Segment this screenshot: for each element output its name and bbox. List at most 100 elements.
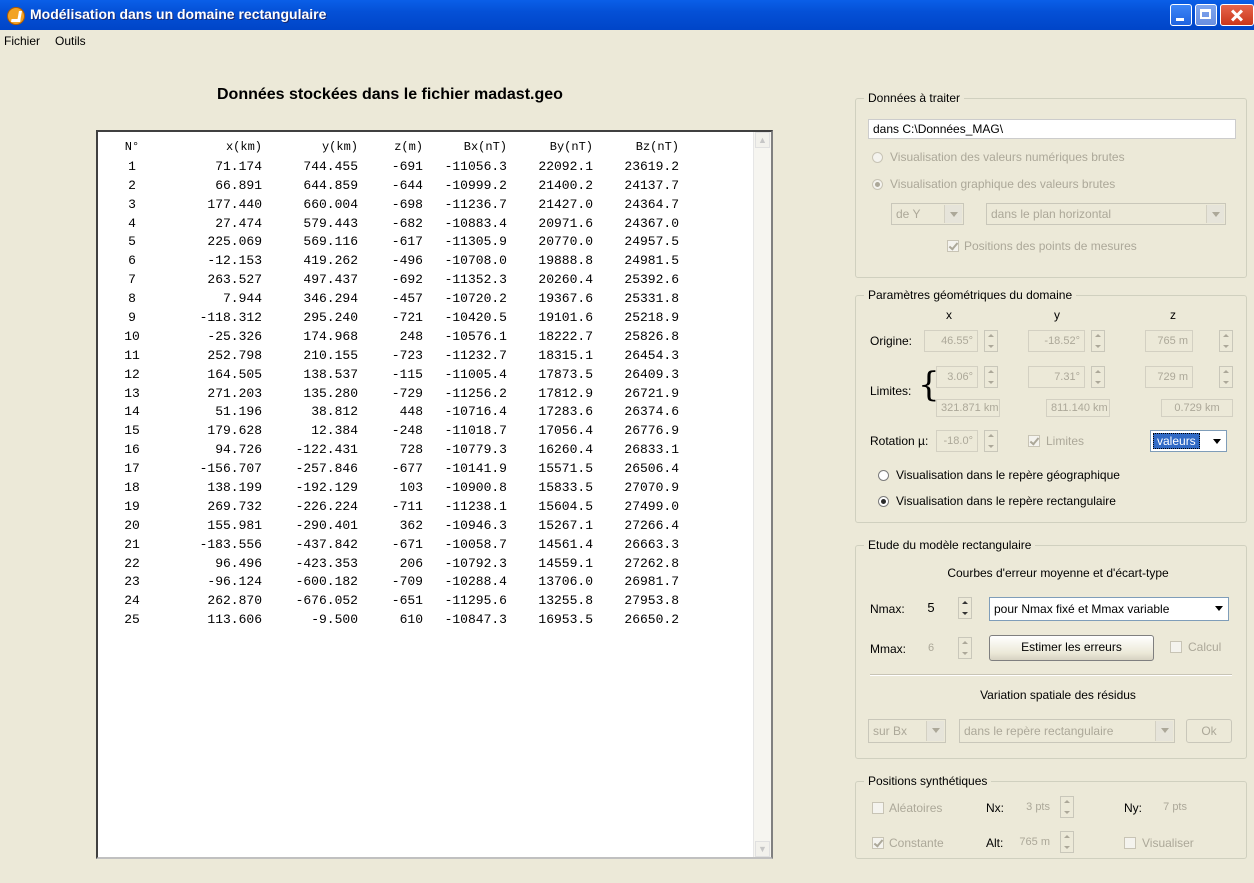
positions-checkbox[interactable] — [947, 240, 959, 252]
mode-select[interactable]: pour Nmax fixé et Mmax variable — [989, 597, 1229, 621]
component-select[interactable]: de Y — [891, 203, 964, 225]
table-row[interactable]: 17 -156.707 -257.846 -677 -10141.9 15571.5 265… — [110, 459, 679, 478]
valeurs-select[interactable]: valeurs — [1150, 430, 1227, 452]
table-row[interactable]: 21 -183.556 -437.842 -671 -10058.7 14561.4 266… — [110, 535, 679, 554]
scroll-down-icon[interactable]: ▼ — [755, 841, 770, 857]
table-cell: 26409.3 — [624, 366, 679, 382]
table-cell: -115 — [391, 366, 423, 382]
table-row[interactable]: 13 271.203 135.280 -729 -11256.2 17812.9 26721… — [110, 384, 679, 403]
table-cell: 8 — [128, 291, 136, 307]
maximize-button[interactable] — [1195, 4, 1217, 26]
table-row[interactable]: 25 113.606 -9.500 610 -10847.3 16953.5 26650.2 — [110, 610, 679, 629]
menu-fichier[interactable]: Fichier — [4, 34, 40, 48]
table-row[interactable]: 18 138.199 -192.129 103 -10900.8 15833.5 27070… — [110, 478, 679, 497]
table-cell: 17283.6 — [538, 404, 593, 420]
table-row[interactable]: 2 66.891 644.859 -644 -10999.2 21400.2 24137.7 — [110, 176, 679, 195]
rotation-label: Rotation µ: — [870, 434, 929, 448]
plane-select[interactable]: dans le plan horizontal — [986, 203, 1226, 225]
table-row[interactable]: 24 262.870 -676.052 -651 -11295.6 13255.8 2795… — [110, 591, 679, 610]
table-row[interactable]: 5 225.069 569.116 -617 -11305.9 20770.0 24957.… — [110, 232, 679, 251]
radio-valeurs-graphiques[interactable] — [872, 179, 883, 190]
aleatoires-checkbox[interactable] — [872, 802, 884, 814]
variation-label: Variation spatiale des résidus — [980, 688, 1136, 702]
constante-checkbox[interactable] — [872, 837, 884, 849]
table-row[interactable]: 15 179.628 12.384 -248 -11018.7 17056.4 26776.… — [110, 421, 679, 440]
origine-x-field[interactable]: 46.55° — [924, 330, 978, 352]
alt-field[interactable]: 765 m — [1011, 832, 1055, 852]
data-listbox[interactable]: N° x(km) y(km) z(m) Bx(nT) By(nT) Bz(nT)… — [96, 130, 773, 859]
table-row[interactable]: 22 96.496 -423.353 206 -10792.3 14559.1 27262.… — [110, 554, 679, 573]
table-cell: -290.401 — [295, 517, 358, 533]
table-row[interactable]: 8 7.944 346.294 -457 -10720.2 19367.6 25331.8 — [110, 289, 679, 308]
table-cell: -10720.2 — [444, 291, 507, 307]
mmax-spinner[interactable] — [958, 637, 972, 659]
table-cell: -10779.3 — [444, 442, 507, 458]
path-field[interactable]: dans C:\Données_MAG\ — [868, 119, 1236, 139]
table-cell: -118.312 — [199, 309, 262, 325]
rotation-spinner[interactable] — [984, 430, 998, 452]
limites-x-spinner[interactable] — [984, 366, 998, 388]
residus-component-select[interactable]: sur Bx — [868, 719, 946, 743]
scroll-up-icon[interactable]: ▲ — [755, 132, 770, 148]
calcul-checkbox[interactable] — [1170, 641, 1182, 653]
radio-valeurs-numeriques[interactable] — [872, 152, 883, 163]
nmax-spinner[interactable] — [958, 597, 972, 619]
table-row[interactable]: 4 27.474 579.443 -682 -10883.4 20971.6 24367.0 — [110, 214, 679, 233]
table-row[interactable]: 14 51.196 38.812 448 -10716.4 17283.6 26374.6 — [110, 402, 679, 421]
table-cell: 14559.1 — [538, 555, 593, 571]
menu-outils[interactable]: Outils — [55, 34, 86, 48]
table-cell: -25.326 — [207, 328, 262, 344]
origine-y-field[interactable]: -18.52° — [1028, 330, 1085, 352]
close-button[interactable] — [1220, 4, 1254, 26]
nx-spinner[interactable] — [1060, 796, 1074, 818]
rotation-field[interactable]: -18.0° — [936, 430, 978, 452]
table-cell: 14561.4 — [538, 536, 593, 552]
table-row[interactable]: 19 269.732 -226.224 -711 -11238.1 15604.5 2749… — [110, 497, 679, 516]
limites-x-field[interactable]: 3.06° — [936, 366, 978, 388]
table-cell: 9 — [128, 309, 136, 325]
table-cell: 18 — [124, 479, 140, 495]
limites-checkbox[interactable] — [1028, 435, 1040, 447]
limites-y-field[interactable]: 7.31° — [1028, 366, 1085, 388]
table-row[interactable]: 11 252.798 210.155 -723 -11232.7 18315.1 26454… — [110, 346, 679, 365]
table-cell: 19101.6 — [538, 309, 593, 325]
table-row[interactable]: 10 -25.326 174.968 248 -10576.1 18222.7 25826.… — [110, 327, 679, 346]
origine-z-field[interactable]: 765 m — [1145, 330, 1193, 352]
nx-field[interactable]: 3 pts — [1011, 797, 1055, 817]
origine-x-spinner[interactable] — [984, 330, 998, 352]
group-etude-title: Etude du modèle rectangulaire — [864, 538, 1036, 552]
residus-repere-select[interactable]: dans le repère rectangulaire — [959, 719, 1175, 743]
table-cell: 3 — [128, 196, 136, 212]
table-row[interactable]: 12 164.505 138.537 -115 -11005.4 17873.5 26409… — [110, 365, 679, 384]
limites-y-spinner[interactable] — [1091, 366, 1105, 388]
table-row[interactable]: 20 155.981 -290.401 362 -10946.3 15267.1 27266… — [110, 516, 679, 535]
table-row[interactable]: 9 -118.312 295.240 -721 -10420.5 19101.6 25218… — [110, 308, 679, 327]
radio-repere-geographique[interactable] — [878, 470, 889, 481]
table-row[interactable]: 23 -96.124 -600.182 -709 -10288.4 13706.0 2698… — [110, 572, 679, 591]
nmax-field[interactable]: 5 — [916, 597, 946, 619]
table-row[interactable]: 1 71.174 744.455 -691 -11056.3 22092.1 23619.2 — [110, 157, 679, 176]
limites-z-spinner[interactable] — [1219, 366, 1233, 388]
limites-z-field[interactable]: 729 m — [1145, 366, 1193, 388]
table-cell: -10792.3 — [444, 555, 507, 571]
alt-spinner[interactable] — [1060, 831, 1074, 853]
group-positions-title: Positions synthétiques — [864, 774, 992, 788]
table-row[interactable]: 7 263.527 497.437 -692 -11352.3 20260.4 25392.… — [110, 270, 679, 289]
estimer-erreurs-button[interactable]: Estimer les erreurs — [989, 635, 1154, 661]
table-cell: 17873.5 — [538, 366, 593, 382]
ok-button[interactable]: Ok — [1186, 719, 1232, 743]
table-cell: -457 — [391, 291, 423, 307]
radio-valeurs-graphiques-label: Visualisation graphique des valeurs brut… — [890, 177, 1116, 191]
vertical-scrollbar[interactable]: ▲ ▼ — [753, 132, 771, 857]
mmax-field[interactable]: 6 — [916, 637, 946, 659]
ny-field[interactable]: 7 pts — [1148, 797, 1192, 817]
minimize-button[interactable] — [1170, 4, 1192, 26]
visualiser-checkbox[interactable] — [1124, 837, 1136, 849]
table-cell: -677 — [391, 461, 423, 477]
table-row[interactable]: 16 94.726 -122.431 728 -10779.3 16260.4 26833.… — [110, 440, 679, 459]
radio-repere-rectangulaire[interactable] — [878, 496, 889, 507]
table-row[interactable]: 6 -12.153 419.262 -496 -10708.0 19888.8 24981.… — [110, 251, 679, 270]
table-row[interactable]: 3 177.440 660.004 -698 -11236.7 21427.0 24364.… — [110, 195, 679, 214]
origine-y-spinner[interactable] — [1091, 330, 1105, 352]
origine-z-spinner[interactable] — [1219, 330, 1233, 352]
